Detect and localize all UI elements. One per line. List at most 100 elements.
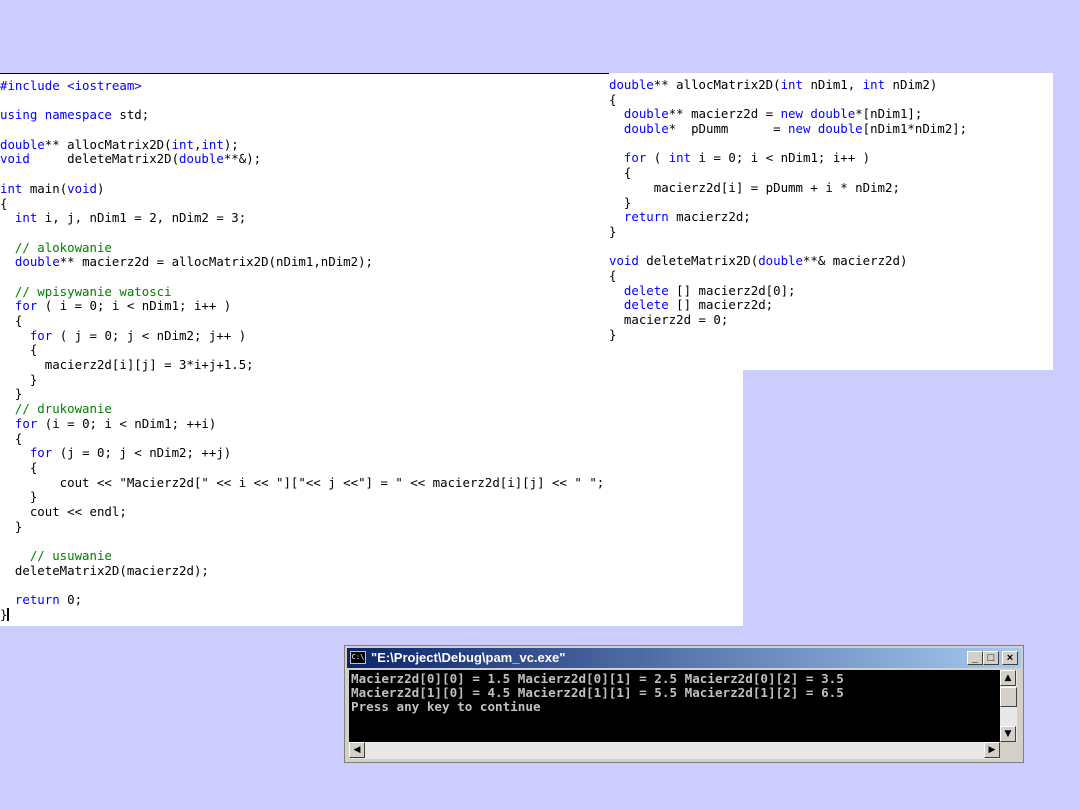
code-text: { bbox=[0, 342, 38, 358]
code-line: void deleteMatrix2D(double**& macierz2d) bbox=[609, 253, 967, 269]
code-line: { bbox=[0, 196, 604, 212]
code-line: } bbox=[609, 327, 967, 343]
code-line: int i, j, nDim1 = 2, nDim2 = 3; bbox=[0, 210, 604, 226]
code-text: } bbox=[0, 386, 23, 402]
code-text: { bbox=[0, 313, 23, 328]
code-line: } bbox=[0, 372, 604, 388]
resize-grip[interactable] bbox=[1000, 742, 1017, 759]
console-app-icon[interactable]: C:\ bbox=[350, 651, 366, 664]
code-keyword: double bbox=[179, 151, 224, 167]
code-keyword: delete bbox=[623, 282, 669, 298]
code-line: // drukowanie bbox=[0, 401, 604, 417]
close-button[interactable]: × bbox=[1002, 651, 1018, 665]
code-text: macierz2d; bbox=[668, 209, 751, 225]
code-keyword: void bbox=[67, 180, 97, 196]
code-line: void deleteMatrix2D(double**&); bbox=[0, 152, 604, 167]
code-text: } bbox=[0, 518, 23, 534]
code-keyword: double bbox=[14, 254, 60, 270]
vertical-scroll-thumb[interactable] bbox=[1000, 687, 1017, 707]
code-keyword: int bbox=[201, 136, 224, 152]
code-line: for ( int i = 0; i < nDim1; i++ ) bbox=[609, 151, 967, 166]
code-text: { bbox=[0, 459, 38, 475]
code-line: return 0; bbox=[0, 592, 604, 608]
code-line: double** allocMatrix2D(int,int); bbox=[0, 136, 604, 153]
code-text: [] macierz2d; bbox=[668, 297, 774, 313]
code-keyword: int bbox=[0, 180, 23, 196]
code-line: } bbox=[609, 195, 967, 211]
code-keyword: double bbox=[0, 136, 45, 152]
scroll-down-button[interactable]: ▼ bbox=[1000, 726, 1016, 742]
code-line: macierz2d[i] = pDumm + i * nDim2; bbox=[609, 179, 967, 196]
code-line: { bbox=[0, 343, 604, 358]
code-keyword: int bbox=[862, 77, 886, 92]
horizontal-scrollbar[interactable]: ◀ ▶ bbox=[349, 742, 1000, 759]
code-keyword: return bbox=[623, 209, 669, 225]
console-output-text: Macierz2d[0][0] = 1.5 Macierz2d[0][1] = … bbox=[349, 670, 1000, 714]
code-text: [nDim1*nDim2]; bbox=[862, 121, 968, 137]
console-output-line: Press any key to continue bbox=[351, 699, 541, 714]
code-text: * pDumm = bbox=[668, 121, 789, 137]
minimize-button[interactable]: _ bbox=[967, 651, 983, 665]
maximize-button[interactable]: □ bbox=[983, 651, 999, 665]
code-text: [] macierz2d[0]; bbox=[668, 282, 796, 298]
code-keyword: double bbox=[623, 106, 669, 122]
vertical-scrollbar[interactable]: ▲ ▼ bbox=[1000, 670, 1017, 742]
code-text: cout << "Macierz2d[" << i << "]["<< j <<… bbox=[0, 474, 605, 490]
code-line: double* pDumm = new double[nDim1*nDim2]; bbox=[609, 121, 968, 137]
code-line: } bbox=[0, 489, 604, 505]
code-keyword: for bbox=[14, 415, 38, 431]
code-line: deleteMatrix2D(macierz2d); bbox=[0, 563, 604, 579]
code-keyword: #include <iostream> bbox=[0, 78, 142, 93]
code-line: { bbox=[0, 313, 604, 329]
scroll-right-button[interactable]: ▶ bbox=[984, 742, 1000, 758]
code-text: ); bbox=[223, 136, 239, 152]
scroll-up-button[interactable]: ▲ bbox=[1000, 670, 1016, 686]
functions-code-panel: double** allocMatrix2D(int nDim1, int nD… bbox=[609, 73, 1053, 370]
code-keyword: double bbox=[609, 77, 654, 92]
code-text: macierz2d[i][j] = 3*i+j+1.5; bbox=[0, 357, 254, 373]
code-line: cout << "Macierz2d[" << i << "]["<< j <<… bbox=[0, 474, 605, 491]
code-keyword: new double bbox=[780, 106, 856, 122]
code-line: using namespace std; bbox=[0, 108, 604, 123]
code-line: } bbox=[609, 224, 967, 240]
code-text: (j = 0; j < nDim2; ++j) bbox=[52, 445, 232, 461]
code-text: deleteMatrix2D( bbox=[29, 151, 180, 167]
code-text: ** allocMatrix2D( bbox=[44, 136, 172, 152]
code-comment: // drukowanie bbox=[0, 401, 112, 417]
code-line: // alokowanie bbox=[0, 240, 604, 256]
code-text: ** allocMatrix2D( bbox=[653, 77, 781, 92]
console-titlebar[interactable]: C:\ "E:\Project\Debug\pam_vc.exe" _ □ × bbox=[347, 648, 1021, 668]
code-text: macierz2d[i] = pDumm + i * nDim2; bbox=[609, 179, 900, 195]
code-line: } bbox=[0, 387, 604, 402]
code-text: **&); bbox=[223, 151, 262, 167]
code-text: } bbox=[0, 606, 8, 622]
console-output-area[interactable]: Macierz2d[0][0] = 1.5 Macierz2d[0][1] = … bbox=[349, 670, 1000, 742]
text-cursor bbox=[7, 607, 10, 621]
code-text: 0; bbox=[59, 592, 83, 608]
code-text: **& macierz2d) bbox=[802, 253, 908, 269]
console-output-line: Macierz2d[0][0] = 1.5 Macierz2d[0][1] = … bbox=[351, 671, 844, 686]
code-line: { bbox=[0, 431, 604, 447]
code-keyword: int bbox=[668, 150, 692, 166]
scroll-left-button[interactable]: ◀ bbox=[349, 742, 365, 758]
console-window[interactable]: C:\ "E:\Project\Debug\pam_vc.exe" _ □ × … bbox=[344, 645, 1024, 763]
code-text: ** macierz2d = allocMatrix2D(nDim1,nDim2… bbox=[59, 254, 373, 270]
code-text: deleteMatrix2D( bbox=[638, 253, 759, 269]
code-keyword: int bbox=[780, 77, 803, 92]
